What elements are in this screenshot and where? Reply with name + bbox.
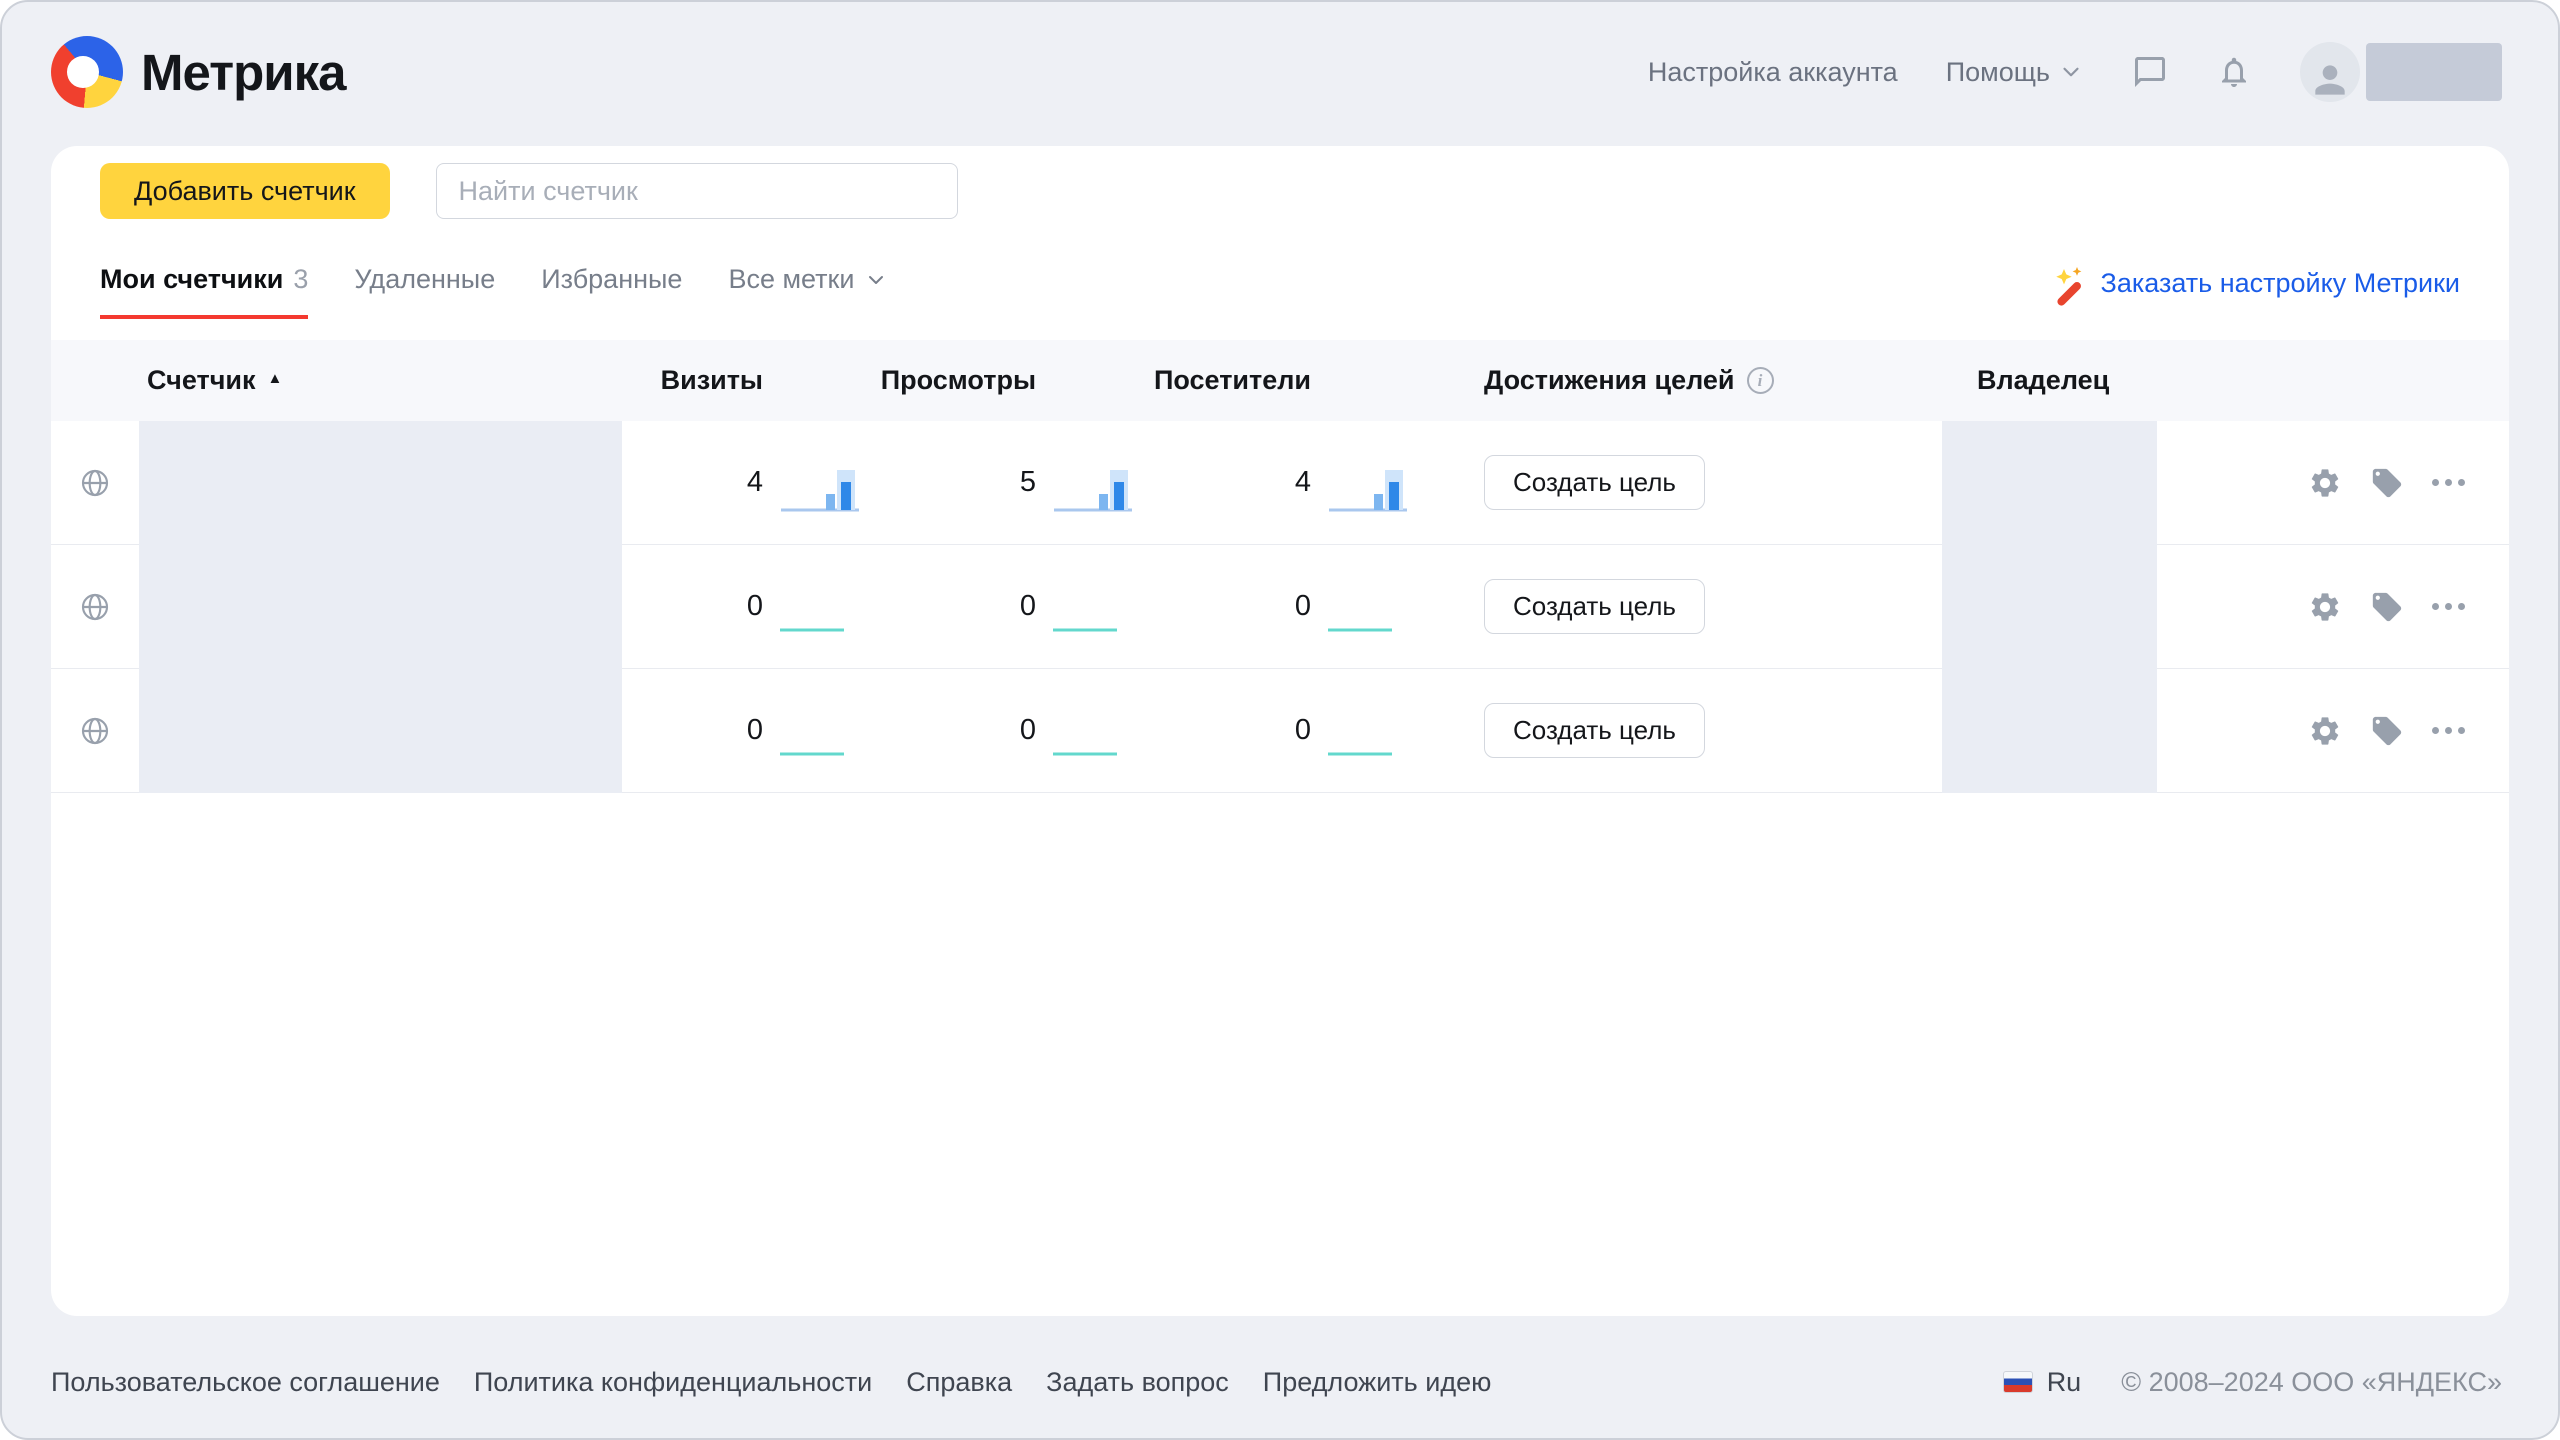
views-sparkline-icon xyxy=(1052,466,1136,516)
more-actions-icon[interactable] xyxy=(2432,479,2465,486)
visitors-value: 0 xyxy=(1151,714,1311,747)
chevron-down-icon xyxy=(2058,59,2084,85)
more-actions-icon[interactable] xyxy=(2432,603,2465,610)
counter-row[interactable]: 4 5 4 Создать цель xyxy=(51,421,2509,545)
topbar-actions: Настройка аккаунта Помощь xyxy=(1648,42,2502,102)
col-counter: Счетчик ▲ xyxy=(139,340,622,421)
create-goal-button[interactable]: Создать цель xyxy=(1484,455,1705,510)
col-owner: Владелец xyxy=(1942,340,2157,421)
metrika-logo-icon xyxy=(51,36,123,108)
footer-link-privacy-policy[interactable]: Политика конфиденциальности xyxy=(474,1367,872,1398)
views-value: 5 xyxy=(878,466,1036,499)
visits-value: 0 xyxy=(622,590,763,623)
visitors-sparkline-icon xyxy=(1327,590,1393,640)
counter-row[interactable]: 0 0 0 Создать цель xyxy=(51,545,2509,669)
col-goals-label: Достижения целей xyxy=(1484,365,1735,396)
russia-flag-icon xyxy=(2003,1371,2033,1393)
col-goals: Достижения целей i xyxy=(1426,365,1804,396)
visits-sparkline-icon xyxy=(779,714,845,764)
footer-link-help[interactable]: Справка xyxy=(906,1367,1012,1398)
counter-name-redacted xyxy=(139,545,622,669)
counters-toolbar: Добавить счетчик xyxy=(51,163,2509,219)
visits-value: 0 xyxy=(622,714,763,747)
globe-icon xyxy=(79,467,111,499)
views-value: 0 xyxy=(878,714,1036,747)
language-switcher[interactable]: Ru xyxy=(2047,1367,2082,1398)
tabs-row: Мои счетчики 3 Удаленные Избранные Все м… xyxy=(51,264,2509,319)
col-visits: Визиты xyxy=(622,365,763,396)
help-label: Помощь xyxy=(1946,57,2050,88)
tag-icon[interactable] xyxy=(2370,466,2404,500)
counter-row[interactable]: 0 0 0 Создать цель xyxy=(51,669,2509,793)
all-tags-dropdown[interactable]: Все метки xyxy=(728,264,888,319)
logo-text: Метрика xyxy=(141,43,346,102)
metrika-counters-page: Метрика Настройка аккаунта Помощь xyxy=(0,0,2560,1440)
tab-deleted[interactable]: Удаленные xyxy=(354,264,495,319)
tag-icon[interactable] xyxy=(2370,590,2404,624)
footer-link-ask-question[interactable]: Задать вопрос xyxy=(1046,1367,1229,1398)
create-goal-button[interactable]: Создать цель xyxy=(1484,703,1705,758)
counter-name-redacted xyxy=(139,669,622,793)
order-setup-link[interactable]: Заказать настройку Метрики xyxy=(2047,264,2460,308)
help-menu[interactable]: Помощь xyxy=(1946,57,2084,88)
sort-asc-icon[interactable]: ▲ xyxy=(268,370,283,387)
magic-wand-icon xyxy=(2047,264,2091,308)
owner-redacted xyxy=(1942,669,2157,793)
table-header: Счетчик ▲ Визиты Просмотры Посетители До… xyxy=(51,340,2509,421)
counter-tabs: Мои счетчики 3 Удаленные Избранные Все м… xyxy=(100,264,888,319)
account-settings-link[interactable]: Настройка аккаунта xyxy=(1648,57,1898,88)
owner-redacted xyxy=(1942,545,2157,669)
add-counter-button[interactable]: Добавить счетчик xyxy=(100,163,390,219)
counters-card: Добавить счетчик Мои счетчики 3 Удаленны… xyxy=(51,146,2509,1316)
visitors-value: 0 xyxy=(1151,590,1311,623)
visitors-sparkline-icon xyxy=(1327,714,1393,764)
views-value: 0 xyxy=(878,590,1036,623)
more-actions-icon[interactable] xyxy=(2432,727,2465,734)
footer-right: Ru © 2008–2024 ООО «ЯНДЕКС» xyxy=(2003,1367,2502,1398)
username-redacted xyxy=(2366,43,2502,101)
settings-gear-icon[interactable] xyxy=(2308,466,2342,500)
top-bar: Метрика Настройка аккаунта Помощь xyxy=(2,2,2558,146)
search-counter-input[interactable] xyxy=(436,163,958,219)
settings-gear-icon[interactable] xyxy=(2308,714,2342,748)
user-menu[interactable] xyxy=(2300,42,2502,102)
col-visitors: Посетители xyxy=(1151,365,1311,396)
visits-value: 4 xyxy=(622,466,763,499)
info-icon[interactable]: i xyxy=(1747,367,1774,394)
all-tags-label: Все метки xyxy=(728,264,854,295)
tag-icon[interactable] xyxy=(2370,714,2404,748)
bell-icon[interactable] xyxy=(2216,54,2252,90)
settings-gear-icon[interactable] xyxy=(2308,590,2342,624)
create-goal-button[interactable]: Создать цель xyxy=(1484,579,1705,634)
visits-sparkline-icon xyxy=(779,590,845,640)
counter-name-redacted xyxy=(139,421,622,545)
views-sparkline-icon xyxy=(1052,590,1118,640)
globe-icon xyxy=(79,591,111,623)
page-footer: Пользовательское соглашение Политика кон… xyxy=(51,1352,2502,1412)
views-sparkline-icon xyxy=(1052,714,1118,764)
copyright-text: © 2008–2024 ООО «ЯНДЕКС» xyxy=(2121,1367,2502,1398)
col-counter-label: Счетчик xyxy=(147,365,256,396)
owner-redacted xyxy=(1942,421,2157,545)
avatar[interactable] xyxy=(2300,42,2360,102)
tab-my-counters-label: Мои счетчики xyxy=(100,264,283,295)
chevron-down-icon xyxy=(864,268,888,292)
footer-link-suggest-idea[interactable]: Предложить идею xyxy=(1263,1367,1492,1398)
col-views: Просмотры xyxy=(878,365,1036,396)
metrika-logo[interactable]: Метрика xyxy=(51,36,346,108)
globe-icon xyxy=(79,715,111,747)
footer-link-user-agreement[interactable]: Пользовательское соглашение xyxy=(51,1367,440,1398)
tab-favorites[interactable]: Избранные xyxy=(541,264,682,319)
visitors-sparkline-icon xyxy=(1327,466,1411,516)
person-icon xyxy=(2308,58,2352,102)
visitors-value: 4 xyxy=(1151,466,1311,499)
chat-icon[interactable] xyxy=(2132,54,2168,90)
visits-sparkline-icon xyxy=(779,466,863,516)
tab-my-counters-count: 3 xyxy=(293,264,308,295)
order-setup-label: Заказать настройку Метрики xyxy=(2101,264,2460,299)
tab-my-counters[interactable]: Мои счетчики 3 xyxy=(100,264,308,319)
